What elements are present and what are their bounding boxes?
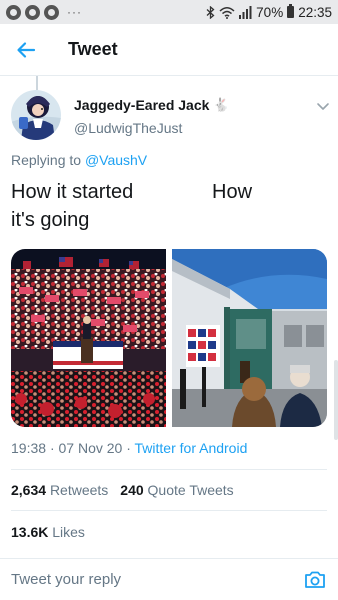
separator-dot: · — [126, 440, 131, 456]
replying-to-link[interactable]: @VaushV — [85, 152, 147, 168]
likes-count: 13.6K — [11, 524, 49, 540]
rabbit-emoji: 🐇 — [213, 97, 230, 113]
bluetooth-icon — [206, 5, 215, 19]
quote-tweets-count: 240 — [120, 482, 144, 498]
status-system-icons: 70% 22:35 — [206, 4, 332, 20]
page-title: Tweet — [68, 39, 118, 59]
scrollbar[interactable] — [334, 360, 338, 440]
tweet-author: Jaggedy-Eared Jack 🐇 @LudwigTheJust — [11, 90, 331, 146]
quote-tweets-label: Quote Tweets — [147, 482, 234, 498]
status-bar: ··· 70% 22:35 — [0, 0, 338, 24]
replying-to-label: Replying to — [11, 152, 82, 168]
likes-label: Likes — [52, 524, 85, 540]
more-notifications-indicator: ··· — [67, 5, 82, 19]
avatar-image — [11, 90, 61, 140]
retweets-label: Retweets — [49, 482, 109, 498]
reply-input[interactable]: Tweet your reply — [11, 571, 121, 588]
likes-stat[interactable]: 13.6K Likes — [11, 524, 85, 540]
divider — [11, 469, 327, 470]
retweets-stat[interactable]: 2,634 Retweets — [11, 482, 108, 498]
tweet-media — [11, 249, 327, 427]
notification-icon — [44, 4, 59, 20]
separator-dot: · — [49, 440, 55, 456]
replying-to: Replying to @VaushV — [11, 152, 147, 168]
tweet-date: 07 Nov 20 — [58, 440, 123, 456]
quote-tweets-stat[interactable]: 240 Quote Tweets — [120, 482, 233, 498]
tweet-text-part: it's going — [11, 209, 90, 231]
press-event-photo — [172, 249, 327, 427]
tweet-source-link[interactable]: Twitter for Android — [135, 440, 248, 456]
clock: 22:35 — [298, 4, 332, 20]
tweet-stats: 2,634 Retweets 240 Quote Tweets — [11, 482, 234, 498]
app-header: Tweet — [0, 24, 338, 76]
avatar[interactable] — [11, 90, 61, 140]
wifi-icon — [219, 6, 235, 19]
tweet-text-part: How — [212, 181, 253, 203]
notification-icon — [6, 4, 21, 20]
thread-connector-line — [36, 76, 38, 90]
media-photo-press-event[interactable] — [172, 249, 327, 427]
back-button[interactable] — [4, 28, 48, 72]
author-name-text: Jaggedy-Eared Jack — [74, 97, 210, 113]
battery-percentage: 70% — [256, 4, 284, 20]
status-notification-icons: ··· — [6, 4, 82, 20]
chevron-down-icon[interactable] — [315, 98, 331, 114]
notification-icon — [25, 4, 40, 20]
camera-icon[interactable] — [303, 568, 327, 592]
divider — [11, 510, 327, 511]
author-display-name[interactable]: Jaggedy-Eared Jack 🐇 — [74, 97, 230, 113]
reply-composer[interactable]: Tweet your reply — [0, 558, 338, 600]
author-handle[interactable]: @LudwigTheJust — [74, 120, 182, 136]
tweet-meta: 19:38 · 07 Nov 20 · Twitter for Android — [11, 440, 247, 456]
rally-crowd-photo — [11, 249, 166, 427]
battery-icon — [287, 4, 295, 18]
arrow-left-icon — [17, 41, 36, 58]
tweet-time: 19:38 — [11, 440, 47, 456]
retweets-count: 2,634 — [11, 482, 47, 498]
media-photo-rally[interactable] — [11, 249, 166, 427]
tweet-text-part: How it started — [11, 181, 134, 203]
signal-icon — [239, 5, 252, 19]
